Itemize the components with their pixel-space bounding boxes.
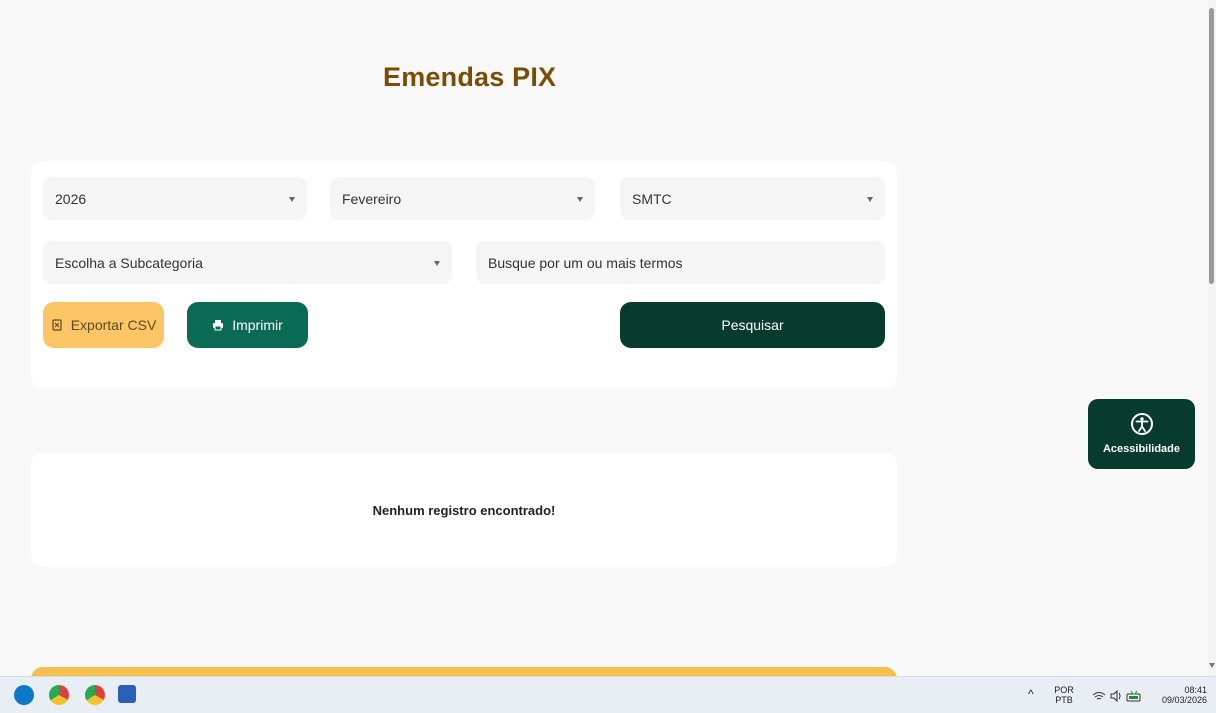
chevron-down-icon — [289, 196, 295, 202]
volume-icon[interactable] — [1110, 690, 1123, 702]
edge-icon[interactable] — [14, 685, 34, 705]
empty-results-message: Nenhum registro encontrado! — [372, 503, 556, 518]
search-input-placeholder: Busque por um ou mais termos — [488, 254, 683, 271]
month-select[interactable]: Fevereiro — [330, 177, 595, 220]
subcategory-select-value: Escolha a Subcategoria — [55, 254, 203, 271]
search-button[interactable]: Pesquisar — [620, 302, 885, 348]
month-select-value: Fevereiro — [342, 190, 402, 207]
scrollbar-thumb[interactable] — [1209, 8, 1214, 284]
language-bottom: PTB — [1055, 695, 1073, 705]
taskbar-time: 08:41 — [1184, 685, 1207, 695]
battery-icon[interactable] — [1126, 690, 1142, 702]
chevron-down-icon — [434, 260, 440, 266]
chevron-down-icon — [867, 196, 873, 202]
search-button-label: Pesquisar — [721, 317, 784, 333]
language-top: POR — [1054, 685, 1074, 695]
input-language-indicator[interactable]: POR PTB — [1054, 685, 1074, 705]
footer-accent-band — [31, 667, 897, 676]
export-csv-button[interactable]: Exportar CSV — [43, 302, 164, 348]
accessibility-icon — [1130, 413, 1153, 435]
accessibility-button[interactable]: Acessibilidade — [1088, 399, 1195, 469]
filter-panel: 2026 Fevereiro SMTC Escolha a Subcategor… — [31, 161, 897, 389]
print-label: Imprimir — [232, 317, 283, 333]
accessibility-label: Acessibilidade — [1102, 443, 1181, 455]
document-icon — [52, 319, 62, 331]
chrome-icon[interactable] — [49, 685, 69, 705]
taskbar-date: 09/03/2026 — [1161, 695, 1207, 705]
windows-taskbar: ^ POR PTB 08:41 09/03/2026 — [0, 676, 1216, 713]
print-button[interactable]: Imprimir — [187, 302, 308, 348]
subcategory-select[interactable]: Escolha a Subcategoria — [43, 241, 452, 284]
organization-select-value: SMTC — [632, 190, 672, 207]
export-csv-label: Exportar CSV — [70, 317, 157, 333]
word-icon[interactable] — [118, 685, 136, 703]
chevron-down-icon — [577, 196, 583, 202]
show-hidden-icons-chevron-up-icon[interactable]: ^ — [1028, 688, 1034, 700]
printer-icon — [213, 320, 224, 331]
results-panel: Nenhum registro encontrado! — [31, 453, 897, 567]
page-title: Emendas PIX — [383, 62, 557, 92]
organization-select[interactable]: SMTC — [620, 177, 885, 220]
year-select[interactable]: 2026 — [43, 177, 307, 220]
chrome-icon[interactable] — [85, 685, 105, 705]
year-select-value: 2026 — [55, 190, 87, 207]
system-clock[interactable]: 08:41 09/03/2026 — [1155, 685, 1207, 705]
scroll-down-arrow-icon[interactable] — [1209, 663, 1215, 668]
search-input[interactable]: Busque por um ou mais termos — [476, 241, 885, 284]
wifi-icon[interactable] — [1092, 691, 1106, 701]
web-page: Emendas PIX 2026 Fevereiro SMTC Escolha … — [0, 0, 1208, 676]
